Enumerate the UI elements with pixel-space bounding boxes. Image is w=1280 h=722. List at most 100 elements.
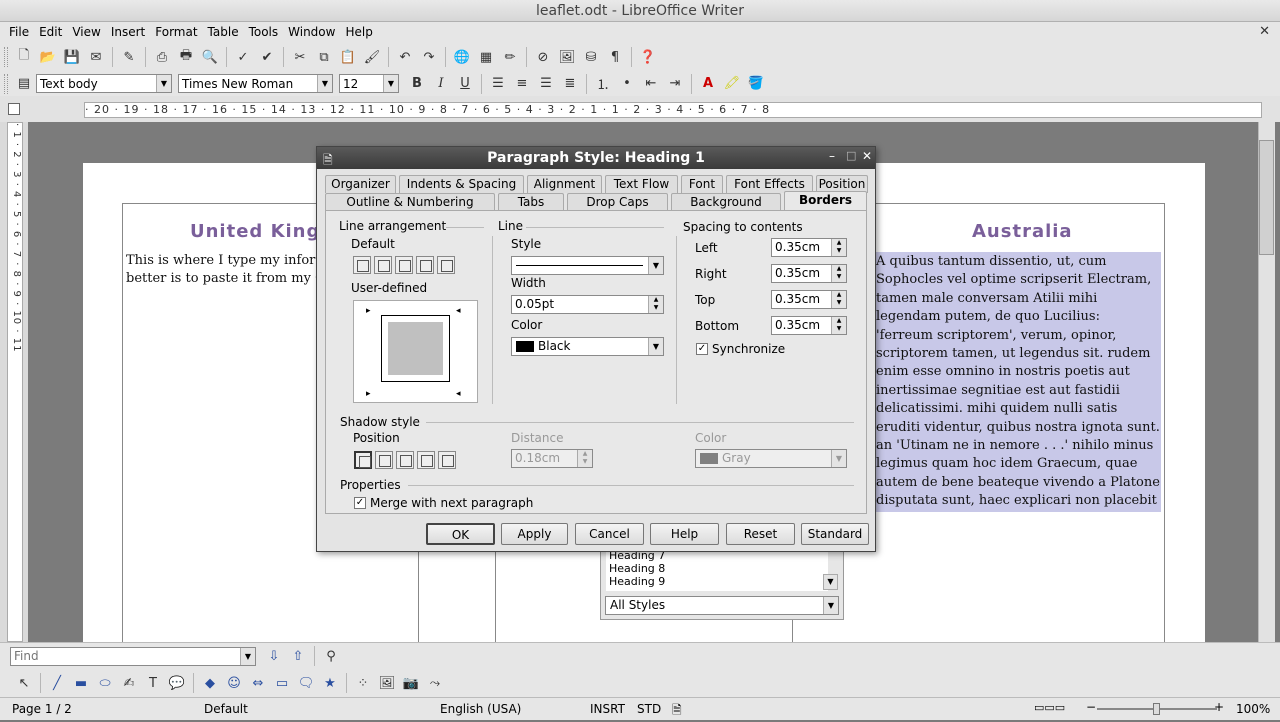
text-icon[interactable]: T [142, 672, 164, 694]
fontwork-icon[interactable]: 🖼 [376, 672, 398, 694]
insert-mode[interactable]: INSRT [590, 702, 625, 716]
tab-type-icon[interactable] [8, 103, 20, 115]
border-preview[interactable]: ▸ ◂ ▸ ◂ [353, 300, 478, 403]
selected-paragraph[interactable]: A quibus tantum dissentio, ut, cum Sopho… [875, 252, 1161, 512]
toolbar-grip[interactable] [4, 73, 8, 94]
hyperlink-icon[interactable]: 🌐 [451, 46, 473, 68]
tab-text-flow[interactable]: Text Flow [605, 175, 678, 193]
find-input[interactable]: ▼ [10, 646, 256, 666]
print-icon[interactable]: 🖶 [175, 46, 197, 68]
list-item[interactable]: Heading 8 [609, 562, 828, 575]
language[interactable]: English (USA) [440, 702, 521, 716]
maximize-icon[interactable]: □ [846, 149, 856, 162]
binoculars-icon[interactable]: ⚲ [320, 645, 342, 667]
ok-button[interactable]: OK [426, 523, 495, 545]
close-icon[interactable]: ✕ [862, 149, 872, 163]
tab-borders[interactable]: Borders [784, 191, 867, 211]
scrollbar-thumb[interactable] [1259, 140, 1274, 255]
callouts-icon[interactable]: 🗨 [295, 672, 317, 694]
spellcheck-icon[interactable]: ✓ [232, 46, 254, 68]
tab-indents-spacing[interactable]: Indents & Spacing [399, 175, 524, 193]
spin-buttons-icon[interactable]: ▲ ▼ [831, 265, 846, 282]
basic-shapes-icon[interactable]: ◆ [199, 672, 221, 694]
navigator-icon[interactable]: ⊘ [532, 46, 554, 68]
align-right-icon[interactable]: ☰ [535, 73, 557, 95]
spin-buttons-icon[interactable]: ▲ ▼ [831, 291, 846, 308]
block-arrows-icon[interactable]: ⇔ [247, 672, 269, 694]
spin-buttons-icon[interactable]: ▲ ▼ [831, 317, 846, 334]
redo-icon[interactable]: ↷ [418, 46, 440, 68]
font-size-select[interactable]: 12 ▼ [339, 74, 399, 93]
zoom-out-icon[interactable]: − [1086, 700, 1096, 714]
increase-indent-icon[interactable]: ⇥ [664, 73, 686, 95]
find-text-field[interactable] [11, 649, 240, 663]
save-icon[interactable]: 💾 [61, 46, 83, 68]
styles-formatting-icon[interactable]: ▤ [13, 73, 35, 95]
selection-mode[interactable]: STD [637, 702, 661, 716]
spacing-top-field[interactable]: 0.35cm ▲ ▼ [771, 290, 847, 309]
export-pdf-icon[interactable]: ⎙ [151, 46, 173, 68]
spin-buttons-icon[interactable]: ▲ ▼ [577, 450, 592, 467]
underline-icon[interactable]: U [454, 73, 476, 95]
italic-icon[interactable]: I [430, 73, 452, 95]
border-box-icon[interactable] [416, 256, 434, 274]
email-icon[interactable]: ✉ [85, 46, 107, 68]
spacing-bottom-field[interactable]: 0.35cm ▲ ▼ [771, 316, 847, 335]
spacing-right-field[interactable]: 0.35cm ▲ ▼ [771, 264, 847, 283]
numbering-icon[interactable]: ⒈ [592, 73, 614, 95]
formatting-marks-icon[interactable]: ¶ [604, 46, 626, 68]
data-sources-icon[interactable]: ⛁ [580, 46, 602, 68]
chevron-down-icon[interactable]: ▼ [240, 647, 255, 665]
chevron-down-icon[interactable]: ▼ [648, 257, 663, 274]
new-document-icon[interactable]: 🗋 [13, 46, 35, 68]
help-button[interactable]: Help [650, 523, 719, 545]
zoom-in-icon[interactable]: + [1214, 700, 1224, 714]
close-document-icon[interactable]: ✕ [1259, 24, 1270, 39]
chevron-down-icon[interactable]: ▼ [383, 75, 398, 92]
styles-filter-select[interactable]: All Styles ▼ [605, 596, 839, 615]
list-item[interactable]: Heading 9 [609, 575, 828, 588]
tab-background[interactable]: Background [671, 193, 781, 211]
menu-format[interactable]: Format [150, 22, 202, 43]
vertical-ruler[interactable]: · 1 · 2 · 3 · 4 · 5 · 6 · 7 · 8 · 9 · 10… [7, 122, 23, 642]
line-width-field[interactable]: 0.05pt ▲ ▼ [511, 295, 664, 314]
chevron-down-icon[interactable]: ▼ [648, 338, 663, 355]
chevron-down-icon[interactable]: ▼ [317, 75, 332, 92]
freeform-icon[interactable]: ✍ [118, 672, 140, 694]
align-center-icon[interactable]: ≡ [511, 73, 533, 95]
ellipse-icon[interactable]: ⬭ [94, 672, 116, 694]
select-arrow-icon[interactable]: ↖ [13, 672, 35, 694]
bold-icon[interactable]: B [406, 73, 428, 95]
standard-button[interactable]: Standard [801, 523, 869, 545]
apply-button[interactable]: Apply [501, 523, 568, 545]
tab-alignment[interactable]: Alignment [527, 175, 602, 193]
border-box-icon[interactable] [395, 256, 413, 274]
gallery-icon[interactable]: 🖼 [556, 46, 578, 68]
tab-drop-caps[interactable]: Drop Caps [567, 193, 668, 211]
tab-organizer[interactable]: Organizer [325, 175, 396, 193]
menu-insert[interactable]: Insert [106, 22, 150, 43]
zoom-slider-thumb[interactable] [1153, 703, 1160, 715]
show-draw-functions-icon[interactable]: ✏ [499, 46, 521, 68]
line-style-select[interactable]: ▼ [511, 256, 664, 275]
spacing-left-field[interactable]: 0.35cm ▲ ▼ [771, 238, 847, 257]
tab-outline-numbering[interactable]: Outline & Numbering [325, 193, 495, 211]
symbol-shapes-icon[interactable]: ☺ [223, 672, 245, 694]
synchronize-checkbox[interactable]: ✓ [696, 343, 708, 355]
help-icon[interactable]: ❓ [637, 46, 659, 68]
border-box-icon[interactable] [374, 256, 392, 274]
page-style[interactable]: Default [204, 702, 248, 716]
paragraph-style-select[interactable]: Text body ▼ [36, 74, 172, 93]
chevron-down-icon[interactable]: ▼ [823, 574, 838, 590]
justify-icon[interactable]: ≣ [559, 73, 581, 95]
autospellcheck-icon[interactable]: ✔ [256, 46, 278, 68]
find-previous-icon[interactable]: ⇧ [287, 645, 309, 667]
menu-file[interactable]: File [4, 22, 34, 43]
shadow-bottom-left-icon[interactable] [417, 451, 435, 469]
shadow-bottom-right-icon[interactable] [375, 451, 393, 469]
extrusion-icon[interactable]: ⤳ [424, 672, 446, 694]
bullets-icon[interactable]: • [616, 73, 638, 95]
shadow-top-left-icon[interactable] [438, 451, 456, 469]
shadow-none-icon[interactable] [354, 451, 372, 469]
stars-icon[interactable]: ★ [319, 672, 341, 694]
